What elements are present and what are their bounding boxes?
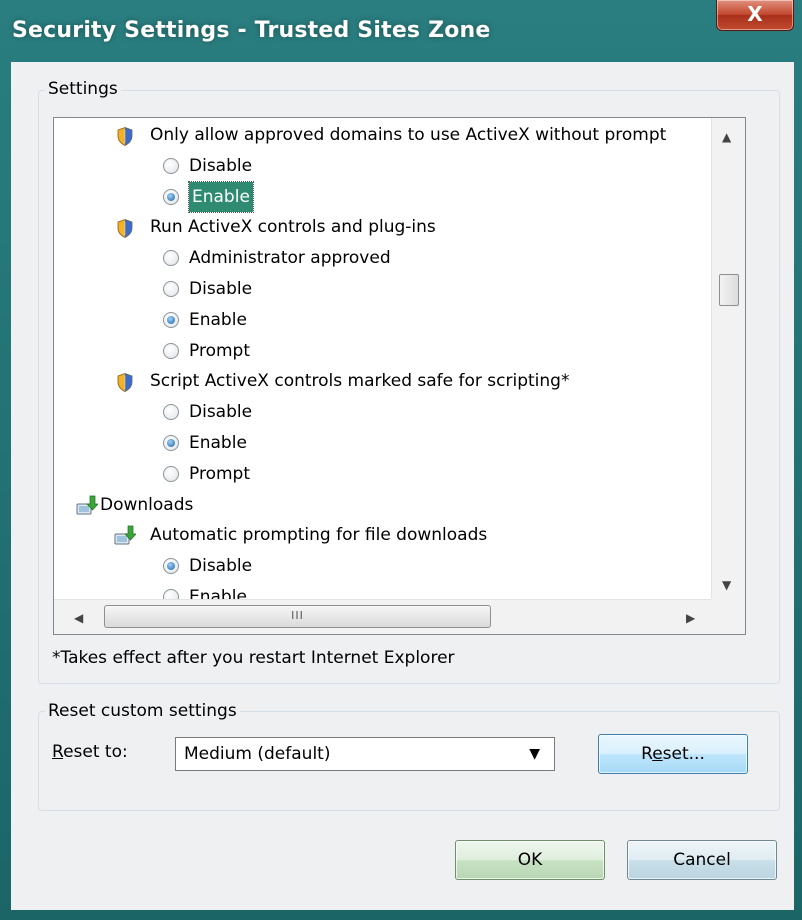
- vertical-scrollbar[interactable]: ▲ ▼: [711, 118, 745, 599]
- radio-button[interactable]: [163, 558, 179, 575]
- setting-option[interactable]: Prompt: [54, 336, 709, 366]
- reset-group-label: Reset custom settings: [45, 701, 240, 721]
- setting-heading: Automatic prompting for file downloads: [54, 520, 709, 550]
- close-button[interactable]: X: [716, 0, 794, 31]
- reset-level-dropdown[interactable]: Medium (default) ▼: [175, 737, 555, 771]
- shield-icon: [117, 372, 133, 393]
- scroll-up-arrow-icon[interactable]: ▲: [722, 130, 731, 144]
- radio-button[interactable]: [163, 281, 179, 297]
- radio-button[interactable]: [163, 465, 179, 482]
- ok-button[interactable]: OK: [455, 840, 605, 880]
- setting-heading: Only allow approved domains to use Activ…: [54, 120, 709, 150]
- setting-option[interactable]: Disable: [54, 274, 709, 304]
- setting-label: Run ActiveX controls and plug-ins: [150, 217, 436, 238]
- reset-button-mnemonic: e: [652, 744, 663, 764]
- reset-button-rest: set...: [662, 744, 705, 764]
- cancel-button[interactable]: Cancel: [627, 840, 777, 880]
- radio-button[interactable]: [163, 157, 179, 174]
- setting-label: Enable: [189, 433, 247, 453]
- shield-icon: [117, 126, 133, 146]
- radio-button[interactable]: [163, 435, 179, 451]
- setting-label: Prompt: [189, 463, 250, 484]
- download-icon: [114, 525, 137, 547]
- radio-button[interactable]: [163, 342, 179, 359]
- settings-list[interactable]: Only allow approved domains to use Activ…: [53, 117, 746, 635]
- reset-to-label: Reset to:: [52, 742, 128, 762]
- window-title: Security Settings - Trusted Sites Zone: [12, 18, 491, 43]
- setting-label: Automatic prompting for file downloads: [150, 525, 488, 546]
- vertical-scroll-thumb[interactable]: [719, 274, 739, 306]
- setting-label: Disable: [189, 402, 253, 423]
- radio-button[interactable]: [163, 404, 179, 421]
- setting-category: Downloads: [54, 490, 709, 520]
- radio-button[interactable]: [163, 188, 179, 205]
- download-icon: [76, 495, 99, 517]
- setting-label: Enable: [188, 180, 254, 213]
- setting-label: Administrator approved: [189, 248, 391, 269]
- setting-option[interactable]: Disable: [54, 551, 709, 581]
- setting-option[interactable]: Administrator approved: [54, 243, 709, 273]
- scrollbar-corner: [711, 599, 745, 634]
- setting-label: Enable: [189, 309, 247, 330]
- chevron-down-icon[interactable]: ▼: [529, 738, 540, 770]
- reset-level-value: Medium (default): [184, 744, 331, 764]
- radio-button[interactable]: [163, 250, 179, 267]
- setting-label: Script ActiveX controls marked safe for …: [150, 371, 570, 392]
- reset-button[interactable]: Reset...: [598, 734, 748, 774]
- setting-heading: Run ActiveX controls and plug-ins: [54, 212, 709, 242]
- setting-heading: Script ActiveX controls marked safe for …: [54, 366, 709, 396]
- scroll-left-arrow-icon[interactable]: ◀: [74, 611, 83, 625]
- setting-option[interactable]: Enable: [54, 428, 709, 458]
- reset-button-prefix: R: [641, 744, 653, 764]
- setting-label: Prompt: [189, 340, 250, 361]
- scroll-right-arrow-icon[interactable]: ▶: [686, 611, 695, 625]
- security-settings-window: Security Settings - Trusted Sites Zone X…: [0, 0, 802, 920]
- title-bar[interactable]: Security Settings - Trusted Sites Zone X: [0, 0, 802, 62]
- horizontal-scrollbar[interactable]: ◀ III ▶: [54, 599, 745, 634]
- setting-label: Downloads: [100, 494, 194, 515]
- reset-to-label-text: eset to:: [63, 742, 128, 762]
- scroll-down-arrow-icon[interactable]: ▼: [722, 578, 731, 592]
- setting-option[interactable]: Prompt: [54, 459, 709, 489]
- setting-option[interactable]: Disable: [54, 397, 709, 427]
- reset-to-mnemonic: R: [52, 742, 64, 762]
- setting-label: Disable: [189, 155, 253, 176]
- setting-label: Only allow approved domains to use Activ…: [150, 125, 667, 145]
- radio-button[interactable]: [163, 311, 179, 328]
- setting-option[interactable]: Enable: [54, 305, 709, 335]
- setting-option[interactable]: Enable: [54, 180, 709, 213]
- setting-label: Disable: [189, 556, 253, 577]
- restart-note: *Takes effect after you restart Internet…: [52, 648, 455, 668]
- setting-label: Disable: [189, 279, 253, 299]
- setting-option[interactable]: Disable: [54, 151, 709, 181]
- settings-group-label: Settings: [45, 79, 121, 99]
- shield-icon: [117, 218, 133, 239]
- horizontal-scroll-thumb[interactable]: III: [104, 605, 491, 628]
